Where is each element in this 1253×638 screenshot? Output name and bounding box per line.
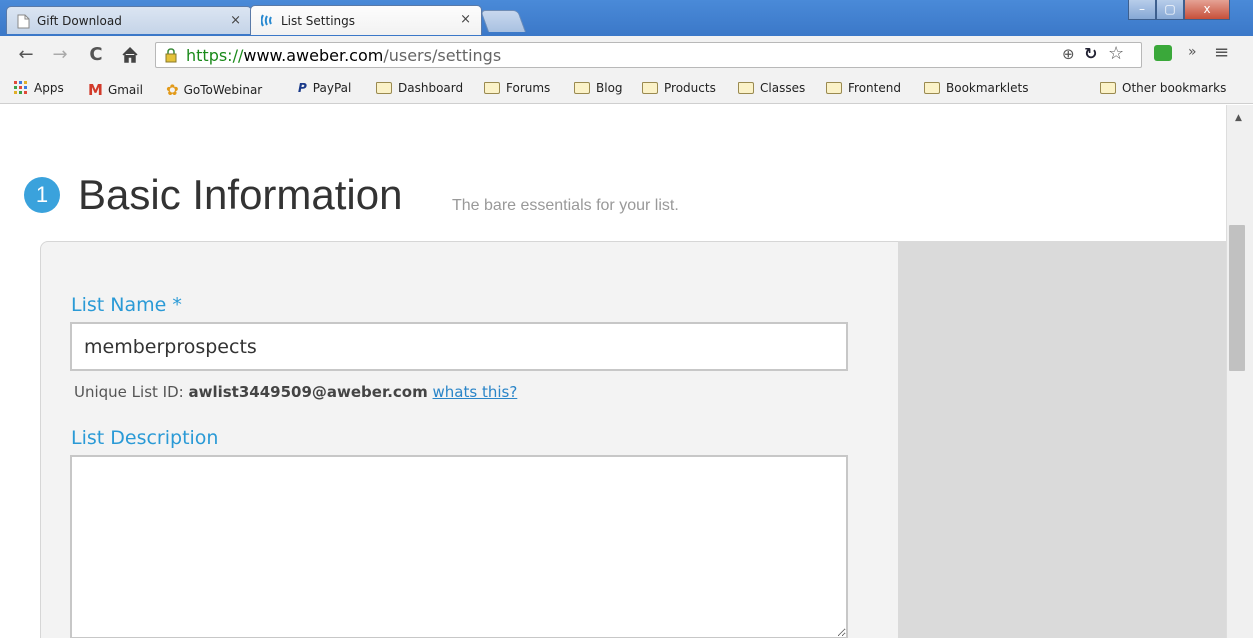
star-icon[interactable]: ☆ xyxy=(1108,43,1124,64)
bookmark-gmail[interactable]: M Gmail xyxy=(88,81,143,99)
bookmarks-bar: Apps M Gmail ✿ GoToWebinar P PayPal Dash… xyxy=(0,74,1253,104)
bookmark-label: Blog xyxy=(596,81,623,95)
unique-id-value: awlist3449509@aweber.com xyxy=(188,383,428,401)
scroll-thumb[interactable] xyxy=(1229,225,1245,371)
bookmark-label: Forums xyxy=(506,81,551,95)
bookmark-label: PayPal xyxy=(312,81,352,95)
apps-grid-icon xyxy=(14,81,27,94)
forward-icon[interactable]: → xyxy=(50,45,70,65)
reload-icon[interactable]: C xyxy=(86,45,106,65)
url-domain: www.aweber.com xyxy=(243,46,384,65)
bookmark-bookmarklets[interactable]: Bookmarklets xyxy=(924,81,1028,95)
list-name-input[interactable] xyxy=(70,322,848,371)
bookmark-apps[interactable]: Apps xyxy=(14,81,64,95)
extension-icon[interactable] xyxy=(1154,45,1172,61)
folder-icon xyxy=(826,82,842,94)
close-window-button[interactable]: x xyxy=(1184,0,1230,20)
home-icon[interactable] xyxy=(120,45,140,65)
browser-titlebar: Gift Download × List Settings × – ▢ x xyxy=(0,0,1253,36)
folder-icon xyxy=(376,82,392,94)
bookmark-label: Classes xyxy=(760,81,806,95)
list-description-label: List Description xyxy=(71,427,219,449)
browser-toolbar: ← → C https://www.aweber.com/users/setti… xyxy=(0,36,1253,74)
bookmark-other[interactable]: Other bookmarks xyxy=(1100,81,1226,95)
paypal-icon: P xyxy=(298,81,307,95)
bookmark-classes[interactable]: Classes xyxy=(738,81,805,95)
lock-icon xyxy=(165,48,177,63)
close-icon[interactable]: × xyxy=(460,12,471,27)
scroll-up-arrow-icon[interactable]: ▲ xyxy=(1235,113,1242,123)
url-path: /users/settings xyxy=(383,46,502,65)
section-subtitle: The bare essentials for your list. xyxy=(452,197,679,214)
folder-icon xyxy=(642,82,658,94)
folder-icon xyxy=(738,82,754,94)
unique-list-id: Unique List ID: awlist3449509@aweber.com… xyxy=(74,383,517,401)
folder-icon xyxy=(924,82,940,94)
bookmark-label: Frontend xyxy=(848,81,901,95)
menu-icon[interactable]: ≡ xyxy=(1214,42,1229,63)
bookmark-dashboard[interactable]: Dashboard xyxy=(376,81,463,95)
zoom-icon[interactable]: ⊕ xyxy=(1062,45,1075,63)
page-content: 1 Basic Information The bare essentials … xyxy=(0,105,1226,638)
bookmark-products[interactable]: Products xyxy=(642,81,716,95)
bookmark-blog[interactable]: Blog xyxy=(574,81,623,95)
tab-list-settings[interactable]: List Settings × xyxy=(250,5,482,35)
url-text: https://www.aweber.com/users/settings xyxy=(186,46,501,65)
whats-this-link[interactable]: whats this? xyxy=(433,383,518,401)
tab-label: List Settings xyxy=(281,13,356,28)
bookmark-forums[interactable]: Forums xyxy=(484,81,550,95)
section-title: Basic Information xyxy=(78,171,403,218)
gotowebinar-icon: ✿ xyxy=(166,81,179,99)
folder-icon xyxy=(1100,82,1116,94)
maximize-button[interactable]: ▢ xyxy=(1156,0,1184,20)
page-icon xyxy=(17,14,30,29)
minimize-button[interactable]: – xyxy=(1128,0,1156,20)
bookmark-label: Gmail xyxy=(107,83,143,97)
tab-gift-download[interactable]: Gift Download × xyxy=(6,6,252,34)
back-icon[interactable]: ← xyxy=(16,45,36,65)
sidebar-panel xyxy=(898,241,1226,638)
folder-icon xyxy=(484,82,500,94)
sync-icon[interactable]: ↻ xyxy=(1084,44,1097,63)
address-bar[interactable]: https://www.aweber.com/users/settings ⊕ … xyxy=(155,42,1142,68)
close-icon[interactable]: × xyxy=(230,13,241,28)
step-number-badge: 1 xyxy=(24,177,60,213)
overflow-icon[interactable]: » xyxy=(1188,44,1197,60)
bookmark-label: Dashboard xyxy=(398,81,464,95)
tab-label: Gift Download xyxy=(37,13,122,28)
url-scheme: https:// xyxy=(186,46,244,65)
list-description-textarea[interactable] xyxy=(70,455,848,638)
new-tab-button[interactable] xyxy=(479,10,527,32)
bookmark-gotowebinar[interactable]: ✿ GoToWebinar xyxy=(166,81,262,99)
bookmark-label: Apps xyxy=(34,81,64,95)
aweber-icon xyxy=(261,14,272,27)
bookmark-label: GoToWebinar xyxy=(183,83,263,97)
bookmark-frontend[interactable]: Frontend xyxy=(826,81,901,95)
bookmark-label: Other bookmarks xyxy=(1122,81,1227,95)
gmail-icon: M xyxy=(88,81,103,99)
bookmark-paypal[interactable]: P PayPal xyxy=(298,81,351,95)
bookmark-label: Products xyxy=(664,81,716,95)
unique-id-label: Unique List ID: xyxy=(74,383,189,401)
page-scrollbar[interactable]: ▲ xyxy=(1226,105,1253,638)
folder-icon xyxy=(574,82,590,94)
list-name-label: List Name * xyxy=(71,294,182,316)
bookmark-label: Bookmarklets xyxy=(946,81,1029,95)
